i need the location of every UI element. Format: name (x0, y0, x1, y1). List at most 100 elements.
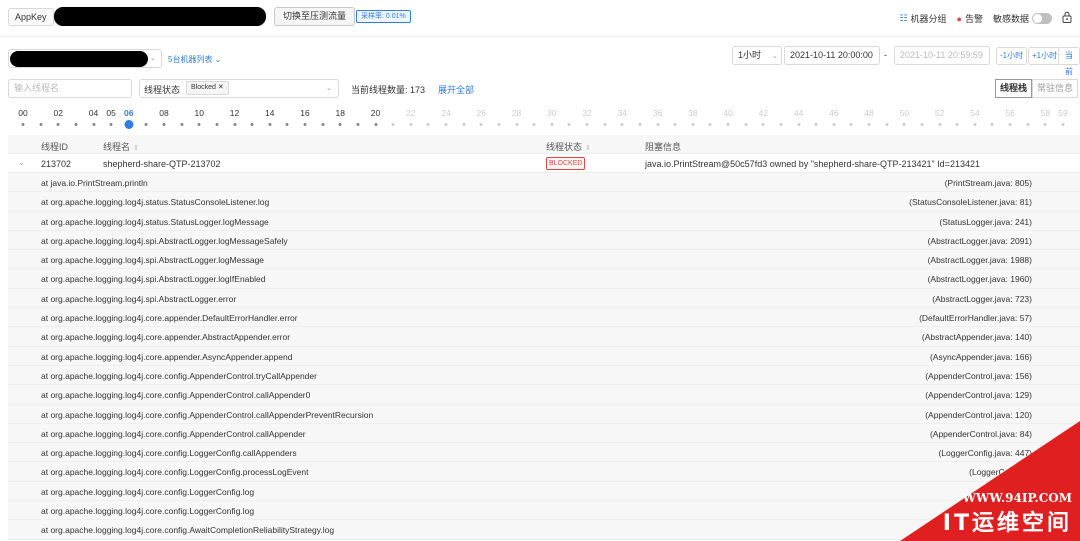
timeline-minute-label[interactable]: 48 (864, 108, 873, 118)
timeline-tick (532, 123, 536, 126)
state-tag-label: Blocked (191, 84, 216, 91)
timeline-tick (885, 123, 889, 126)
timeline-tick (708, 123, 712, 126)
timeline-minute-label[interactable]: 28 (512, 108, 521, 118)
timeline-tick (162, 123, 166, 126)
stack-frame-method: at org.apache.logging.log4j.core.config.… (41, 428, 306, 439)
stack-frame-row: at org.apache.logging.log4j.status.Statu… (8, 211, 1080, 231)
timeline-minute-label[interactable]: 34 (618, 108, 627, 118)
timeline-minute-label[interactable]: 50 (900, 108, 909, 118)
tab-thread-stack[interactable]: 线程栈 (994, 79, 1032, 98)
timeline-minute-label[interactable]: 22 (406, 108, 415, 118)
watermark-name: IT运维空间 (942, 511, 1072, 536)
timeline-minute-label[interactable]: 20 (371, 108, 380, 118)
machine-list-link[interactable]: 5台机器列表 ⌄ (168, 54, 221, 65)
timeline-tick (409, 123, 413, 126)
current-time-button[interactable]: 当前 (1058, 47, 1080, 76)
stack-frame-method: at org.apache.logging.log4j.core.config.… (41, 525, 335, 536)
timeline-minute-label[interactable]: 40 (723, 108, 732, 118)
timeline-minute-label[interactable]: 26 (477, 108, 486, 118)
block-info-cell: java.io.PrintStream@50c57fd3 owned by "s… (645, 159, 980, 169)
timeline-minute-label[interactable]: 12 (230, 108, 239, 118)
appkey-value-redacted[interactable] (54, 7, 266, 26)
switch-to-stress-traffic-button[interactable]: 切换至压测流量 (274, 7, 356, 26)
timeline-tick (726, 123, 730, 126)
top-bar: AppKey 切换至压测流量 采样率: 0.01% ☷ 机器分组 ● 告警 敏感… (0, 0, 1080, 36)
minus-one-hour-button[interactable]: -1小时 (996, 47, 1028, 65)
timeline-tick (990, 123, 994, 126)
stack-frame-row: at org.apache.logging.log4j.spi.Abstract… (8, 230, 1080, 251)
stack-frame-method: at org.apache.logging.log4j.core.config.… (41, 467, 309, 478)
timeline-slider-handle[interactable] (124, 120, 134, 129)
timeline-tick (620, 123, 624, 126)
timeline-minute-label[interactable]: 44 (794, 108, 803, 118)
minute-timeline[interactable]: 00 02 04 05 06 08 10 12 14 16 18 20 22 24 26 28 30 32 34 36… (0, 104, 1080, 132)
lock-icon[interactable] (1062, 11, 1072, 23)
timeline-minute-label[interactable]: 42 (759, 108, 768, 118)
col-thread-name[interactable]: 线程名 ⇕ (103, 140, 139, 153)
timeline-minute-label[interactable]: 18 (336, 108, 345, 118)
state-tag-blocked[interactable]: Blocked ✕ (186, 81, 229, 95)
timeline-minute-label[interactable]: 06 (124, 108, 133, 118)
timeline-minute-label[interactable]: 04 (89, 108, 98, 118)
col-block-info: 阻塞信息 (645, 142, 682, 152)
timeline-minute-label[interactable]: 58 (1041, 108, 1050, 118)
end-time-input[interactable]: 2021-10-11 20:59:59 (894, 46, 990, 65)
timeline-minute-label[interactable]: 10 (195, 108, 204, 118)
timeline-minute-label[interactable]: 36 (653, 108, 662, 118)
timeline-minute-label[interactable]: 00 (18, 108, 27, 118)
timeline-minute-label[interactable]: 08 (159, 108, 168, 118)
tab-resident-info[interactable]: 常驻信息 (1031, 79, 1078, 98)
stack-frame-location: (AbstractLogger.java: 1988) (927, 255, 1032, 266)
timeline-minute-label[interactable]: 32 (582, 108, 591, 118)
alarm-link[interactable]: ● 告警 (957, 12, 983, 25)
timeline-tick (462, 123, 466, 126)
stack-frame-method: at org.apache.logging.log4j.spi.Abstract… (41, 235, 288, 246)
close-icon[interactable]: ✕ (218, 84, 224, 91)
sensitive-data-toggle-wrap: 敏感数据 (993, 12, 1052, 25)
thread-state-badge: BLOCKED (546, 157, 586, 170)
thread-name-input[interactable]: 输入线程名 (8, 79, 132, 98)
timeline-tick (479, 123, 483, 126)
sensitive-data-toggle[interactable] (1032, 13, 1052, 24)
timeline-minute-label[interactable]: 59 (1058, 108, 1067, 118)
stack-frame-row: at org.apache.logging.log4j.spi.Abstract… (8, 250, 1080, 270)
timeline-minute-label[interactable]: 46 (829, 108, 838, 118)
timeline-minute-label[interactable]: 02 (54, 108, 63, 118)
timeline-minute-label[interactable]: 05 (106, 108, 115, 118)
timeline-tick (938, 123, 942, 126)
timeline-tick (814, 123, 818, 126)
stack-frame-row: at org.apache.logging.log4j.core.config.… (8, 365, 1080, 386)
stack-frame-method: at org.apache.logging.log4j.core.config.… (41, 390, 311, 401)
machine-group-link[interactable]: ☷ 机器分组 (899, 12, 946, 25)
timeline-tick (656, 123, 660, 126)
timeline-minute-label[interactable]: 54 (970, 108, 979, 118)
timeline-minute-label[interactable]: 14 (265, 108, 274, 118)
stack-frame-method: at org.apache.logging.log4j.core.appende… (41, 332, 291, 343)
start-time-input[interactable]: 2021-10-11 20:00:00 (784, 46, 880, 65)
machine-group-label: 机器分组 (910, 14, 947, 24)
timeline-minute-label[interactable]: 24 (441, 108, 450, 118)
timeline-tick (444, 123, 448, 126)
timeline-tick (391, 123, 395, 126)
timeline-tick (1008, 123, 1012, 126)
stack-frame-row: at org.apache.logging.log4j.spi.Abstract… (8, 269, 1080, 289)
stack-frame-method: at org.apache.logging.log4j.core.config.… (41, 448, 297, 459)
timeline-tick (426, 123, 430, 126)
stack-frame-location: (AppenderControl.java: 120) (925, 409, 1032, 420)
timeline-minute-label[interactable]: 56 (1005, 108, 1014, 118)
timeline-minute-label[interactable]: 16 (300, 108, 309, 118)
timeline-tick (285, 123, 289, 126)
collapse-chevron-icon[interactable]: ⌄ (18, 158, 25, 167)
plus-one-hour-button[interactable]: +1小时 (1028, 47, 1062, 65)
sample-rate-badge: 采样率: 0.01% (356, 10, 411, 23)
timeline-minute-label[interactable]: 52 (935, 108, 944, 118)
col-thread-state[interactable]: 线程状态 ⇕ (546, 140, 591, 153)
timeline-minute-label[interactable]: 30 (547, 108, 556, 118)
expand-all-link[interactable]: 展开全部 (438, 83, 474, 96)
stack-frame-method: at org.apache.logging.log4j.spi.Abstract… (41, 255, 265, 266)
timeline-minute-label[interactable]: 38 (688, 108, 697, 118)
timeline-tick (902, 123, 906, 126)
table-row[interactable]: ⌄ 213702 shepherd-share-QTP-213702 BLOCK… (8, 154, 1080, 173)
stack-frame-method: at org.apache.logging.log4j.core.config.… (41, 370, 317, 381)
